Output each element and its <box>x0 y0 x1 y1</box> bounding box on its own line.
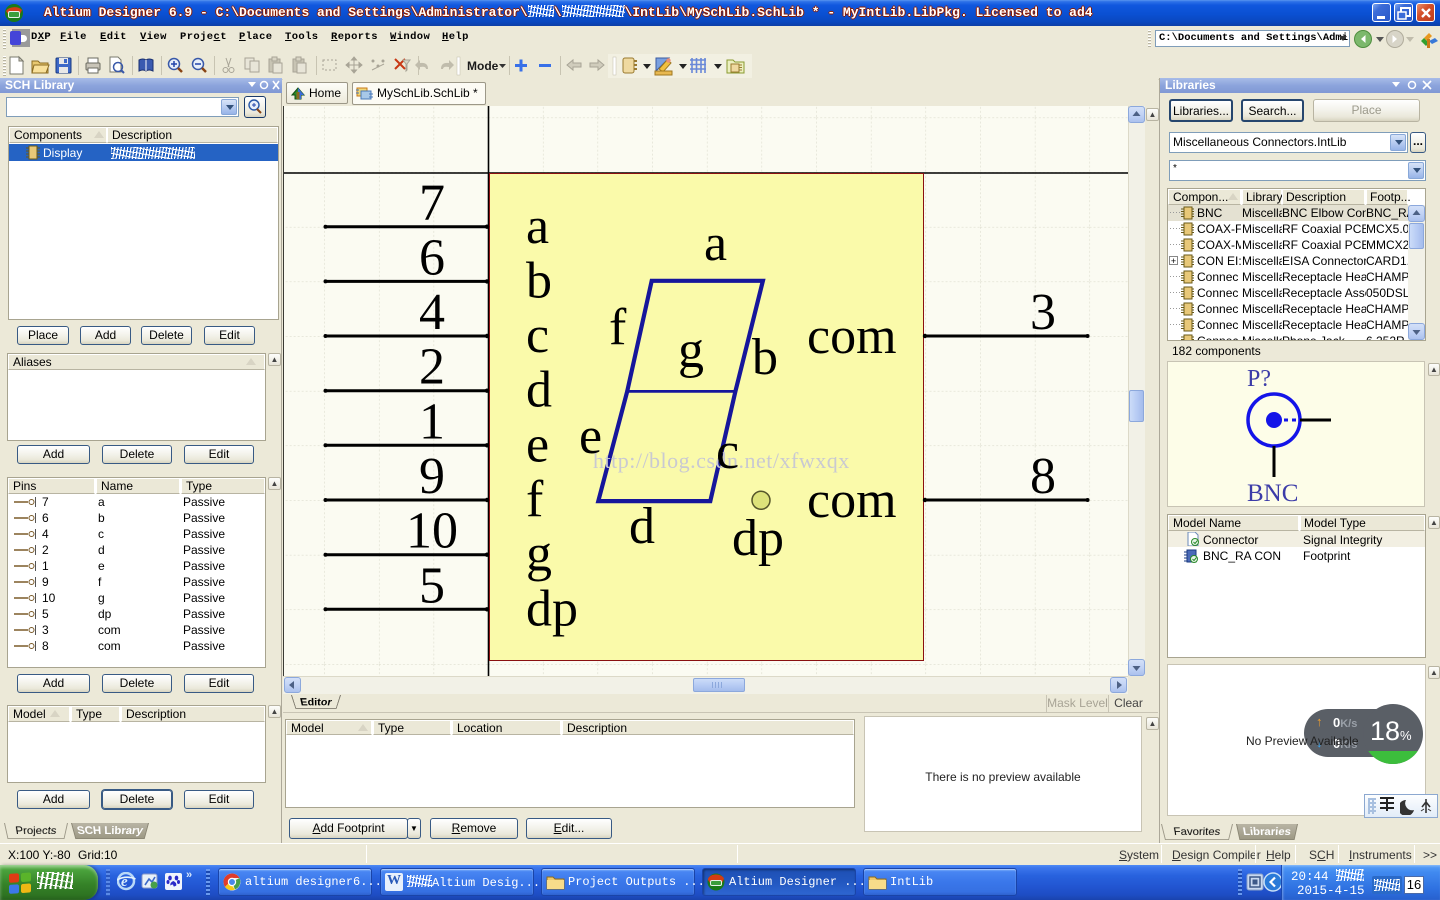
svg-text:Mode: Mode <box>467 59 499 73</box>
svg-text:f: f <box>609 299 627 356</box>
svg-text:10: 10 <box>406 503 458 560</box>
svg-text:e: e <box>526 416 549 473</box>
svg-text:5: 5 <box>419 557 445 614</box>
svg-text:3: 3 <box>1030 284 1056 341</box>
svg-text:dp: dp <box>526 580 578 637</box>
svg-text:4: 4 <box>419 284 445 341</box>
svg-text:d: d <box>629 498 655 555</box>
svg-text:g: g <box>526 526 552 583</box>
svg-text:1: 1 <box>419 393 445 450</box>
svg-text:P?: P? <box>1247 366 1271 392</box>
svg-text:d: d <box>526 362 552 419</box>
svg-text:9: 9 <box>419 448 445 505</box>
svg-text:7: 7 <box>419 175 445 232</box>
svg-text:8: 8 <box>1030 448 1056 505</box>
svg-text:dp: dp <box>732 510 784 567</box>
svg-text:a: a <box>526 198 549 255</box>
svg-text:c: c <box>716 423 739 480</box>
svg-text:6: 6 <box>419 229 445 286</box>
svg-text:c: c <box>526 307 549 364</box>
svg-text:BNC: BNC <box>1247 480 1298 507</box>
svg-text:com: com <box>807 472 897 529</box>
svg-text:f: f <box>526 471 544 528</box>
svg-text:b: b <box>752 329 778 386</box>
svg-text:a: a <box>704 215 727 272</box>
svg-text:b: b <box>526 252 552 309</box>
svg-text:com: com <box>807 308 897 365</box>
svg-text:e: e <box>121 874 128 890</box>
svg-text:g: g <box>678 322 704 379</box>
svg-text:2: 2 <box>419 339 445 396</box>
svg-text:e: e <box>579 408 602 465</box>
